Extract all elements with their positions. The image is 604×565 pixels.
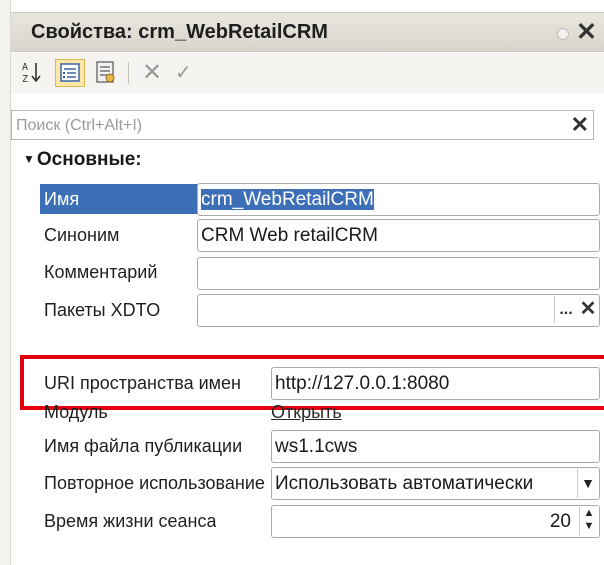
publication-file-field[interactable]: ws1.1cws	[271, 430, 600, 463]
comment-field[interactable]	[197, 257, 600, 290]
window-title: Свойства: crm_WebRetailCRM	[31, 21, 328, 43]
details-button[interactable]	[91, 59, 121, 87]
toolbar: A Z ✕ ✓	[11, 53, 604, 93]
title-bar: Свойства: crm_WebRetailCRM ✕	[11, 12, 604, 52]
details-icon	[96, 61, 115, 83]
property-label-module: Модуль	[44, 402, 108, 422]
synonym-field[interactable]: CRM Web retailCRM	[197, 219, 600, 252]
pin-icon[interactable]	[557, 28, 569, 40]
property-label-namespace-uri: URI пространства имен	[44, 373, 241, 393]
cancel-button[interactable]: ✕	[142, 59, 162, 87]
open-module-link[interactable]: Открыть	[271, 402, 342, 423]
namespace-uri-field[interactable]: http://127.0.0.1:8080	[271, 367, 600, 400]
toolbar-separator	[128, 62, 129, 84]
chevron-down-icon[interactable]: ▼	[577, 469, 598, 498]
categories-icon	[60, 63, 80, 82]
svg-text:A: A	[22, 62, 28, 73]
apply-button[interactable]: ✓	[175, 59, 192, 87]
group-header-main[interactable]: ▼ Основные:	[23, 149, 142, 171]
group-label: Основные:	[36, 149, 142, 170]
property-label-reuse-sessions: Повторное использование сеансов	[44, 473, 270, 493]
search-box: ✕	[11, 110, 594, 140]
reuse-sessions-value: Использовать автоматически	[275, 473, 534, 494]
close-button[interactable]: ✕	[576, 17, 597, 47]
session-lifetime-value: 20	[549, 511, 571, 532]
left-window-edge	[0, 0, 11, 565]
sort-alpha-button[interactable]: A Z	[19, 59, 49, 87]
sort-alpha-icon: A Z	[22, 62, 41, 85]
svg-text:Z: Z	[22, 74, 28, 85]
session-lifetime-field[interactable]: 20	[271, 505, 600, 538]
name-field[interactable]: crm_WebRetailCRM	[197, 183, 600, 216]
xdto-clear-button[interactable]: ✕	[577, 296, 599, 323]
property-label-synonym: Синоним	[44, 225, 120, 245]
collapse-triangle-icon: ▼	[23, 152, 35, 166]
property-label-comment: Комментарий	[44, 262, 158, 282]
search-input[interactable]	[14, 113, 558, 139]
property-label-name[interactable]: Имя	[40, 184, 205, 214]
properties-panel: Свойства: crm_WebRetailCRM ✕ A Z ✕ ✓ Пои…	[11, 12, 604, 565]
reuse-sessions-combobox[interactable]: Использовать автоматически	[271, 467, 600, 500]
spin-arrows-icon[interactable]: ▲ ▼	[579, 507, 598, 536]
property-label-session-lifetime: Время жизни сеанса	[44, 511, 217, 531]
xdto-select-button[interactable]: ...	[554, 296, 577, 323]
property-label-publication-file: Имя файла публикации	[44, 436, 243, 456]
name-value: crm_WebRetailCRM	[201, 189, 374, 210]
categories-button[interactable]	[55, 59, 85, 87]
xdto-packages-field[interactable]: ... ✕	[197, 294, 600, 327]
search-clear-button[interactable]: ✕	[571, 112, 589, 138]
property-label-xdto-packages: Пакеты XDTO	[44, 300, 161, 320]
